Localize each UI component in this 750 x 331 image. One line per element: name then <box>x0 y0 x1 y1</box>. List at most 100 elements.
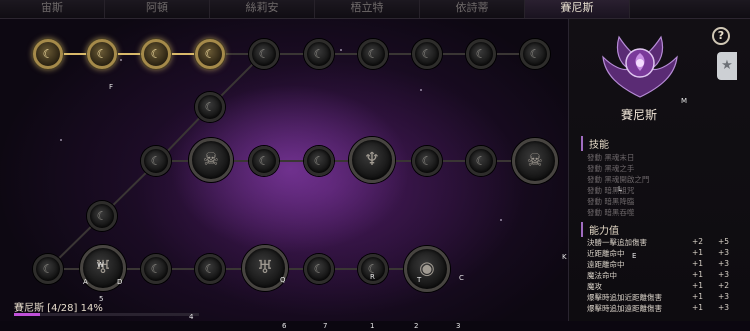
skill-tree: ☾ ☾ ☾ ☾ ☾ ☾ ☾ ☾ ☾ ☾ ☾ ☾ ☾ ☠ ☾ ☾ ♆ ☾ ☾ ☠ … <box>0 19 568 321</box>
hotkey-label: 2 <box>414 322 419 330</box>
eye-icon: ◉ <box>419 258 435 279</box>
crescent-icon: ☾ <box>96 47 108 61</box>
progress-fill <box>14 313 40 316</box>
stat-value-max: +3 <box>717 248 729 257</box>
skill-node[interactable]: ☾ <box>520 39 550 69</box>
skill-node[interactable]: ☾ <box>87 201 117 231</box>
stat-value: +1 <box>691 292 703 301</box>
crescent-icon: ☾ <box>258 47 270 61</box>
skill-entry: 發動 黑魂之手 <box>587 164 635 173</box>
demon-icon: ☠ <box>526 150 544 171</box>
crescent-icon: ☾ <box>204 262 216 276</box>
stat-value: +1 <box>691 259 703 268</box>
crescent-icon: ☾ <box>42 47 54 61</box>
crescent-icon: ☾ <box>204 100 216 114</box>
tab-yishidi[interactable]: 依詩蒂 <box>420 0 525 18</box>
favorite-tab[interactable]: ★ <box>717 52 737 80</box>
stat-name: 決勝一擊追加傷害 <box>587 238 647 247</box>
skill-node[interactable]: ☾ <box>141 39 171 69</box>
stat-name: 魔攻 <box>587 282 602 291</box>
skill-node[interactable]: ☾ <box>304 254 334 284</box>
hotkey-row: 4 6 7 1 2 3 <box>0 313 750 331</box>
tab-sainis[interactable]: 賽尼斯 <box>525 0 630 18</box>
ultimate-skill-node[interactable]: ♅ <box>80 245 126 291</box>
help-button[interactable]: ? <box>712 27 730 45</box>
crescent-icon: ☾ <box>150 154 162 168</box>
stat-name: 近距離命中 <box>587 249 625 258</box>
skill-node[interactable]: ☾ <box>195 92 225 122</box>
crescent-icon: ☾ <box>96 209 108 223</box>
skill-entry: 發動 黑魂末日 <box>587 153 635 162</box>
crescent-icon: ☾ <box>42 262 54 276</box>
skill-entry: 發動 黑魂開啟之門 <box>587 175 650 184</box>
skill-node[interactable]: ☾ <box>304 146 334 176</box>
skill-node[interactable]: ☾ <box>249 146 279 176</box>
hotkey-label: 3 <box>456 322 461 330</box>
stat-name: 魔法命中 <box>587 271 617 280</box>
crescent-icon: ☾ <box>150 47 162 61</box>
stat-value: +2 <box>691 237 703 246</box>
stat-value: +1 <box>691 248 703 257</box>
skill-entry: 發動 暗黑吞噬 <box>587 208 635 217</box>
skills-section-title: 技能 <box>581 136 609 151</box>
stats-section-title: 能力值 <box>581 222 619 237</box>
ultimate-skill-node[interactable]: ☠ <box>189 138 233 182</box>
skill-node[interactable]: ☾ <box>87 39 117 69</box>
ultimate-skill-node[interactable]: ♆ <box>349 137 395 183</box>
skill-node[interactable]: ☾ <box>358 254 388 284</box>
skill-node[interactable]: ☾ <box>412 146 442 176</box>
stat-value-max: +3 <box>717 292 729 301</box>
tab-silian[interactable]: 絲莉安 <box>210 0 315 18</box>
skill-node[interactable]: ☾ <box>33 39 63 69</box>
crescent-icon: ☾ <box>313 47 325 61</box>
stats-mark: E <box>632 252 637 260</box>
star-icon: ★ <box>721 58 733 73</box>
stat-value-max: +3 <box>717 270 729 279</box>
stat-name: 爆擊時追加遠距離傷害 <box>587 304 662 313</box>
hero-info-panel: ? ★ M 賽尼斯 技能 發動 黑魂末日 發動 黑魂之手 發動 黑魂開啟之門 發… <box>568 19 750 321</box>
ultimate-skill-node[interactable]: ☠ <box>512 138 558 184</box>
winged-demon-icon: ♅ <box>94 257 112 278</box>
skill-node[interactable]: ☾ <box>195 39 225 69</box>
ultimate-skill-node[interactable]: ◉ <box>404 246 450 292</box>
skills-mark: L <box>618 185 622 193</box>
stat-name: 爆擊時追加近距離傷害 <box>587 293 662 302</box>
skill-node[interactable]: ☾ <box>33 254 63 284</box>
crescent-icon: ☾ <box>258 154 270 168</box>
skill-node[interactable]: ☾ <box>466 39 496 69</box>
hotkey-label: 7 <box>323 322 328 330</box>
rose-emblem-icon <box>602 35 678 98</box>
crescent-icon: ☾ <box>475 154 487 168</box>
hotkey-label: 1 <box>370 322 375 330</box>
hotkey-label: 6 <box>282 322 287 330</box>
skill-node[interactable]: ☾ <box>304 39 334 69</box>
stat-value-max: +2 <box>717 281 729 290</box>
skill-node[interactable]: ☾ <box>412 39 442 69</box>
ultimate-skill-node[interactable]: ♅ <box>242 245 288 291</box>
stat-name: 遠距離命中 <box>587 260 625 269</box>
tab-zeus[interactable]: 宙斯 <box>0 0 105 18</box>
skill-node[interactable]: ☾ <box>195 254 225 284</box>
demon-icon: ☠ <box>202 149 220 170</box>
crescent-icon: ☾ <box>313 262 325 276</box>
tab-wulite[interactable]: 梧立特 <box>315 0 420 18</box>
stat-value: +1 <box>691 303 703 312</box>
stat-value-max: +3 <box>717 303 729 312</box>
crescent-icon: ☾ <box>367 262 379 276</box>
progress-bar <box>14 313 199 316</box>
shadow-figure-icon: ♆ <box>363 149 381 170</box>
crescent-icon: ☾ <box>367 47 379 61</box>
skill-node[interactable]: ☾ <box>249 39 279 69</box>
emblem-mark: M <box>681 97 688 105</box>
skill-node[interactable]: ☾ <box>466 146 496 176</box>
stat-value: +1 <box>691 281 703 290</box>
tab-aton[interactable]: 阿頓 <box>105 0 210 18</box>
skill-node[interactable]: ☾ <box>141 254 171 284</box>
skill-entry: 發動 暗黑降臨 <box>587 197 635 206</box>
skill-node[interactable]: ☾ <box>358 39 388 69</box>
skill-node[interactable]: ☾ <box>141 146 171 176</box>
hero-tab-bar: 宙斯 阿頓 絲莉安 梧立特 依詩蒂 賽尼斯 <box>0 0 750 19</box>
crescent-icon: ☾ <box>475 47 487 61</box>
winged-demon-icon: ♅ <box>256 257 274 278</box>
crescent-icon: ☾ <box>150 262 162 276</box>
